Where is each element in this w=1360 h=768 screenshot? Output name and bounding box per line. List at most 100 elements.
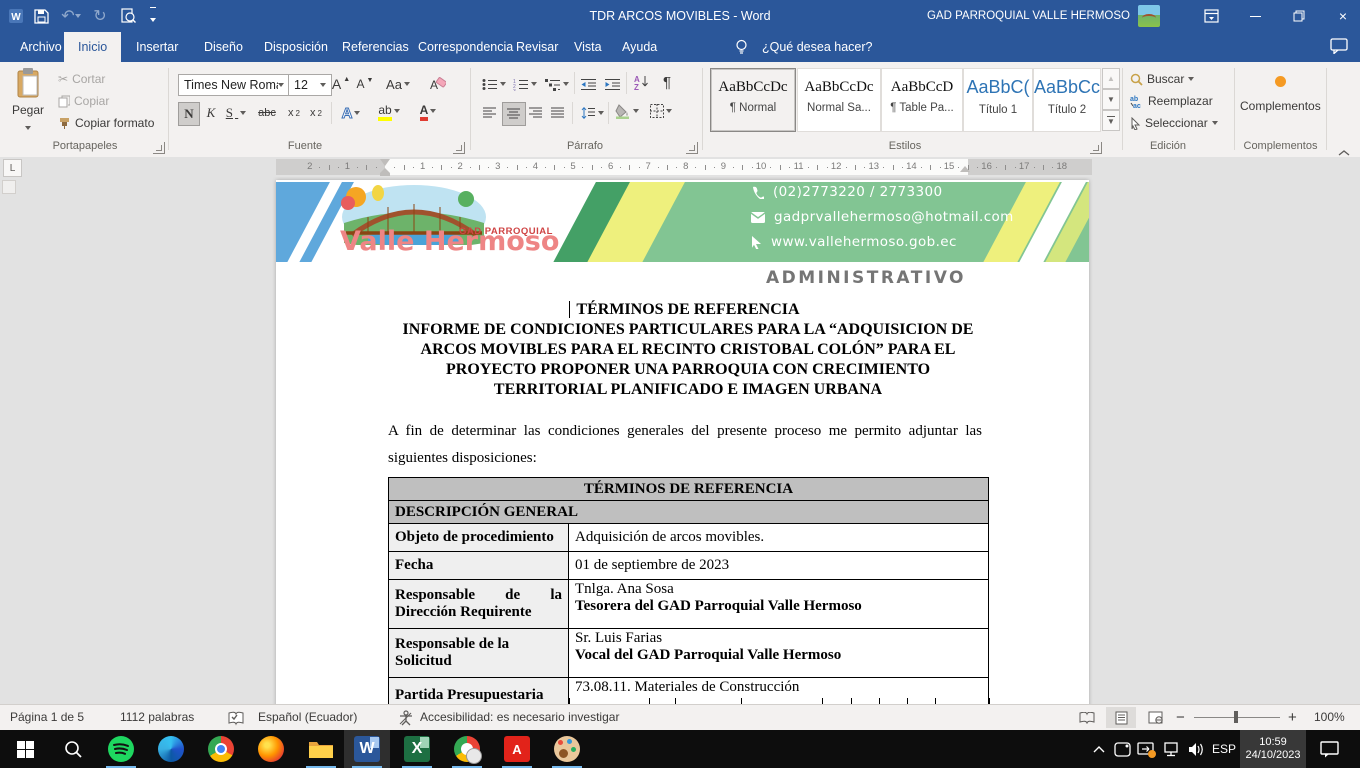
style-heading1[interactable]: AaBbC( Título 1 — [963, 68, 1033, 132]
borders-button[interactable] — [646, 100, 676, 122]
font-name-combo[interactable]: Times New Roma — [178, 74, 290, 96]
page-indicator[interactable]: Página 1 de 5 — [10, 705, 84, 730]
tray-network-icon[interactable] — [1160, 730, 1184, 768]
style-table-paragraph[interactable]: AaBbCcD ¶ Table Pa... — [881, 68, 963, 132]
font-size-combo[interactable]: 12 — [288, 74, 332, 96]
minimize-button[interactable] — [1238, 0, 1272, 32]
taskbar-excel[interactable]: X — [394, 730, 440, 768]
intro-paragraph[interactable]: A fin de determinar las condiciones gene… — [388, 418, 982, 472]
taskbar-chrome-profile[interactable] — [444, 730, 490, 768]
zoom-level[interactable]: 100% — [1314, 705, 1345, 730]
print-layout-button[interactable] — [1106, 707, 1136, 728]
styles-scroll-down[interactable]: ▼ — [1102, 89, 1120, 110]
taskbar-edge[interactable] — [148, 730, 194, 768]
account-avatar[interactable] — [1138, 5, 1160, 27]
undo-icon[interactable]: ↶ — [58, 4, 84, 28]
bullets-button[interactable] — [480, 73, 508, 95]
style-heading2[interactable]: AaBbCcD Título 2 — [1033, 68, 1101, 132]
replace-button[interactable]: abac Reemplazar — [1130, 94, 1213, 108]
cut-button[interactable]: ✂Cortar — [58, 72, 105, 86]
tab-stop-selector[interactable]: L — [3, 159, 22, 177]
collapse-ribbon-icon[interactable] — [1338, 144, 1352, 154]
font-dialog-launcher[interactable] — [453, 142, 465, 154]
restore-button[interactable] — [1282, 0, 1316, 32]
increase-indent-button[interactable] — [602, 73, 624, 95]
close-button[interactable]: × — [1326, 0, 1360, 32]
read-mode-button[interactable] — [1072, 707, 1102, 728]
highlight-button[interactable]: ab — [372, 100, 406, 122]
underline-button[interactable]: S — [222, 102, 250, 124]
style-no-spacing[interactable]: AaBbCcDc Normal Sa... — [797, 68, 881, 132]
action-center-icon[interactable] — [1314, 730, 1344, 768]
zoom-in-button[interactable]: + — [1288, 705, 1297, 730]
tell-me-box[interactable]: ¿Qué desea hacer? — [748, 32, 887, 62]
paste-button[interactable]: Pegar — [8, 68, 48, 134]
paragraph-dialog-launcher[interactable] — [686, 142, 698, 154]
tab-insertar[interactable]: Insertar — [122, 32, 192, 62]
decrease-indent-button[interactable] — [578, 73, 600, 95]
first-line-indent-marker[interactable] — [380, 159, 390, 166]
tray-language[interactable]: ESP — [1208, 730, 1240, 768]
taskbar-chrome[interactable] — [198, 730, 244, 768]
start-button[interactable] — [2, 730, 48, 768]
line-spacing-button[interactable] — [578, 102, 606, 124]
web-layout-button[interactable] — [1140, 707, 1170, 728]
copy-button[interactable]: Copiar — [58, 94, 109, 108]
justify-button[interactable] — [548, 102, 568, 124]
clear-formatting-button[interactable]: A — [424, 73, 450, 95]
superscript-button[interactable]: x2 — [306, 102, 326, 124]
tray-clock[interactable]: 10:59 24/10/2023 — [1240, 730, 1306, 768]
style-normal[interactable]: AaBbCcDc ¶ Normal — [710, 68, 796, 132]
sort-button[interactable]: AZ — [630, 71, 654, 93]
styles-dialog-launcher[interactable] — [1090, 142, 1102, 154]
tab-inicio[interactable]: Inicio — [64, 32, 121, 62]
document-title[interactable]: TÉRMINOS DE REFERENCIA INFORME DE CONDIC… — [388, 300, 988, 400]
terms-table[interactable]: TÉRMINOS DE REFERENCIA DESCRIPCIÓN GENER… — [388, 477, 989, 704]
account-name[interactable]: GAD PARROQUIAL VALLE HERMOSO — [927, 0, 1130, 32]
language-indicator[interactable]: Español (Ecuador) — [258, 705, 357, 730]
horizontal-ruler[interactable]: 21123456789101112131415161718 — [276, 159, 1092, 175]
zoom-out-button[interactable]: − — [1176, 705, 1185, 730]
clipboard-dialog-launcher[interactable] — [153, 142, 165, 154]
align-right-button[interactable] — [526, 102, 546, 124]
taskbar-word-active[interactable]: W — [344, 730, 390, 768]
align-left-button[interactable] — [480, 102, 500, 124]
bold-button[interactable]: N — [178, 102, 200, 126]
strikethrough-button[interactable]: abc — [254, 102, 280, 124]
italic-button[interactable]: K — [202, 102, 220, 124]
tray-volume-icon[interactable] — [1184, 730, 1208, 768]
print-preview-icon[interactable] — [116, 4, 140, 28]
accessibility-status[interactable]: Accesibilidad: es necesario investigar — [420, 705, 619, 730]
pilcrow-button[interactable]: ¶ — [658, 71, 676, 93]
taskbar-file-explorer[interactable] — [298, 730, 344, 768]
multilevel-list-button[interactable] — [542, 73, 572, 95]
word-count[interactable]: 1112 palabras — [120, 705, 194, 730]
tab-ayuda[interactable]: Ayuda — [608, 32, 671, 62]
format-painter-button[interactable]: Copiar formato — [58, 116, 154, 130]
left-indent-marker[interactable] — [380, 173, 390, 176]
redo-icon[interactable]: ↻ — [90, 4, 110, 28]
styles-scroll-up[interactable]: ▲ — [1102, 68, 1120, 89]
find-button[interactable]: Buscar — [1130, 72, 1194, 86]
shading-button[interactable] — [612, 100, 642, 122]
taskbar-paint-app[interactable] — [544, 730, 590, 768]
font-color-button[interactable]: A — [412, 100, 444, 122]
right-indent-marker[interactable] — [960, 166, 970, 172]
styles-more-button[interactable]: ▼ — [1102, 110, 1120, 131]
save-icon[interactable] — [30, 4, 52, 28]
tray-expand-icon[interactable] — [1088, 730, 1110, 768]
zoom-slider-handle[interactable] — [1234, 711, 1238, 723]
taskbar-spotify[interactable] — [98, 730, 144, 768]
document-canvas[interactable]: Valle Hermoso GAD PARROQUIAL (02)2773220… — [0, 177, 1360, 704]
numbering-button[interactable]: 123 — [510, 73, 540, 95]
grow-font-button[interactable]: A▲ — [330, 73, 352, 95]
document-page[interactable]: Valle Hermoso GAD PARROQUIAL (02)2773220… — [276, 180, 1089, 704]
taskbar-search-button[interactable] — [50, 730, 96, 768]
qat-customize-icon[interactable] — [145, 4, 161, 28]
select-button[interactable]: Seleccionar — [1130, 116, 1218, 130]
tray-tablet-icon[interactable] — [1110, 730, 1134, 768]
addins-button[interactable]: Complementos — [1240, 70, 1320, 113]
shrink-font-button[interactable]: A▼ — [354, 73, 376, 95]
taskbar-firefox[interactable] — [248, 730, 294, 768]
comments-icon[interactable] — [1330, 38, 1348, 59]
